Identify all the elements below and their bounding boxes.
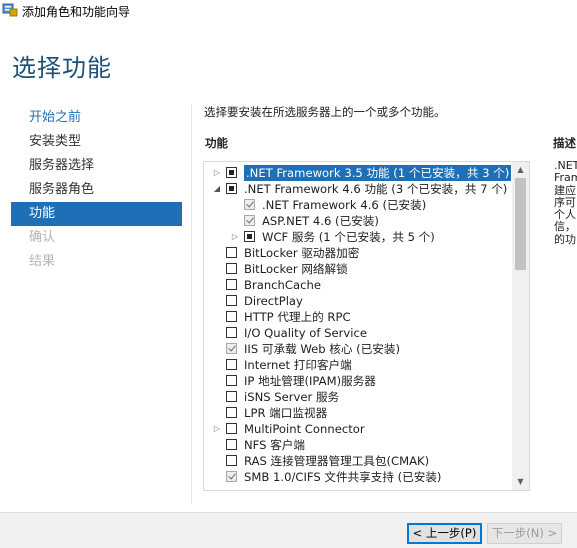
feature-label: IIS 可承载 Web 核心 (已安装) bbox=[244, 342, 401, 356]
instruction-text: 选择要安装在所选服务器上的一个或多个功能。 bbox=[204, 105, 446, 119]
feature-checkbox bbox=[226, 471, 237, 482]
description-text: .NET Fram 建应 序可 个人 信， 的功 bbox=[554, 160, 577, 246]
feature-row[interactable]: NFS 客户端 bbox=[204, 437, 512, 453]
feature-checkbox bbox=[244, 215, 255, 226]
server-manager-icon bbox=[2, 3, 18, 17]
scroll-thumb[interactable] bbox=[515, 178, 526, 270]
feature-label: HTTP 代理上的 RPC bbox=[244, 310, 351, 324]
feature-row[interactable]: ▷ MultiPoint Connector bbox=[204, 421, 512, 437]
description-heading: 描述 bbox=[553, 136, 576, 150]
feature-checkbox[interactable] bbox=[226, 167, 237, 178]
feature-checkbox[interactable] bbox=[226, 407, 237, 418]
scroll-up-arrow-icon[interactable]: ▲ bbox=[512, 162, 529, 178]
feature-row[interactable]: iSNS Server 服务 bbox=[204, 389, 512, 405]
page-title: 选择功能 bbox=[12, 54, 112, 82]
feature-label: RAS 连接管理器管理工具包(CMAK) bbox=[244, 454, 430, 468]
feature-row[interactable]: BitLocker 网络解锁 bbox=[204, 261, 512, 277]
description-line: 信， bbox=[554, 220, 576, 234]
feature-row[interactable]: ▷ WCF 服务 (1 个已安装，共 5 个) bbox=[204, 229, 512, 245]
nav-item[interactable]: 开始之前 bbox=[0, 106, 182, 130]
feature-checkbox[interactable] bbox=[226, 375, 237, 386]
feature-label: NFS 客户端 bbox=[244, 438, 305, 452]
feature-label: MultiPoint Connector bbox=[244, 422, 365, 436]
feature-checkbox[interactable] bbox=[226, 295, 237, 306]
feature-row[interactable]: Internet 打印客户端 bbox=[204, 357, 512, 373]
feature-row[interactable]: I/O Quality of Service bbox=[204, 325, 512, 341]
feature-checkbox[interactable] bbox=[226, 183, 237, 194]
feature-checkbox[interactable] bbox=[244, 231, 255, 242]
nav-item[interactable]: 服务器角色 bbox=[0, 178, 182, 202]
feature-checkbox[interactable] bbox=[226, 455, 237, 466]
nav-item[interactable]: 服务器选择 bbox=[0, 154, 182, 178]
features-heading: 功能 bbox=[205, 136, 228, 150]
feature-checkbox[interactable] bbox=[226, 263, 237, 274]
wizard-window: 添加角色和功能向导 选择功能 开始之前 安装类型 服务器选择 服务器角色 功能 确认 结果 … bbox=[0, 0, 577, 548]
feature-row[interactable]: BranchCache bbox=[204, 277, 512, 293]
feature-row[interactable]: IP 地址管理(IPAM)服务器 bbox=[204, 373, 512, 389]
expand-arrow-down-icon[interactable]: ◢ bbox=[212, 181, 222, 197]
feature-label: iSNS Server 服务 bbox=[244, 390, 340, 404]
feature-row[interactable]: LPR 端口监视器 bbox=[204, 405, 512, 421]
feature-label: .NET Framework 3.5 功能 (1 个已安装，共 3 个) bbox=[244, 165, 512, 181]
next-button[interactable]: 下一步(N) > bbox=[487, 523, 562, 544]
feature-label: ASP.NET 4.6 (已安装) bbox=[262, 214, 379, 228]
feature-label: BitLocker 驱动器加密 bbox=[244, 246, 360, 260]
feature-checkbox[interactable] bbox=[226, 391, 237, 402]
feature-row[interactable]: ASP.NET 4.6 (已安装) bbox=[204, 213, 512, 229]
window-title: 添加角色和功能向导 bbox=[22, 5, 131, 19]
expand-arrow-right-icon[interactable]: ▷ bbox=[212, 165, 222, 181]
feature-row[interactable]: ▷ .NET Framework 3.5 功能 (1 个已安装，共 3 个) bbox=[204, 165, 512, 181]
feature-checkbox[interactable] bbox=[226, 423, 237, 434]
feature-label: .NET Framework 4.6 功能 (3 个已安装，共 7 个) bbox=[244, 182, 508, 196]
feature-checkbox[interactable] bbox=[226, 439, 237, 450]
feature-row[interactable]: RAS 连接管理器管理工具包(CMAK) bbox=[204, 453, 512, 469]
nav-item[interactable]: 安装类型 bbox=[0, 130, 182, 154]
feature-row[interactable]: BitLocker 驱动器加密 bbox=[204, 245, 512, 261]
feature-row[interactable]: IIS 可承载 Web 核心 (已安装) bbox=[204, 341, 512, 357]
feature-checkbox[interactable] bbox=[226, 359, 237, 370]
nav-item[interactable]: 功能 bbox=[11, 202, 182, 226]
nav-item: 结果 bbox=[29, 254, 56, 269]
feature-checkbox[interactable] bbox=[226, 247, 237, 258]
scroll-down-arrow-icon[interactable]: ▼ bbox=[512, 474, 529, 490]
feature-checkbox[interactable] bbox=[226, 279, 237, 290]
footer-bar: < 上一步(P) 下一步(N) > bbox=[0, 512, 577, 548]
feature-checkbox bbox=[226, 343, 237, 354]
features-scrollbar[interactable]: ▲ ▼ bbox=[512, 162, 529, 490]
feature-label: LPR 端口监视器 bbox=[244, 406, 328, 420]
feature-checkbox[interactable] bbox=[226, 327, 237, 338]
feature-label: Internet 打印客户端 bbox=[244, 358, 352, 372]
feature-label: WCF 服务 (1 个已安装，共 5 个) bbox=[262, 230, 435, 244]
wizard-nav: 开始之前 安装类型 服务器选择 服务器角色 功能确认结果 bbox=[0, 106, 182, 274]
feature-label: DirectPlay bbox=[244, 294, 303, 308]
feature-row[interactable]: DirectPlay bbox=[204, 293, 512, 309]
feature-checkbox bbox=[244, 199, 255, 210]
description-line: Fram bbox=[554, 171, 577, 185]
title-bar: 添加角色和功能向导 bbox=[0, 0, 577, 22]
feature-row[interactable]: .NET Framework 4.6 (已安装) bbox=[204, 197, 512, 213]
feature-label: .NET Framework 4.6 (已安装) bbox=[262, 198, 427, 212]
nav-divider bbox=[191, 104, 192, 504]
expand-arrow-right-icon[interactable]: ▷ bbox=[230, 229, 240, 245]
previous-button[interactable]: < 上一步(P) bbox=[407, 523, 482, 544]
feature-label: SMB 1.0/CIFS 文件共享支持 (已安装) bbox=[244, 470, 442, 484]
feature-label: BranchCache bbox=[244, 278, 321, 292]
nav-item: 确认 bbox=[29, 230, 56, 245]
feature-label: IP 地址管理(IPAM)服务器 bbox=[244, 374, 376, 388]
feature-label: I/O Quality of Service bbox=[244, 326, 367, 340]
description-line: 的功 bbox=[554, 232, 576, 246]
feature-row[interactable]: SMB 1.0/CIFS 文件共享支持 (已安装) bbox=[204, 469, 512, 485]
features-tree[interactable]: ▷ .NET Framework 3.5 功能 (1 个已安装，共 3 个) ◢ .N… bbox=[203, 161, 530, 491]
feature-label: BitLocker 网络解锁 bbox=[244, 262, 348, 276]
feature-checkbox[interactable] bbox=[226, 311, 237, 322]
feature-row[interactable]: ◢ .NET Framework 4.6 功能 (3 个已安装，共 7 个) bbox=[204, 181, 512, 197]
expand-arrow-right-icon[interactable]: ▷ bbox=[212, 421, 222, 437]
feature-row[interactable]: HTTP 代理上的 RPC bbox=[204, 309, 512, 325]
